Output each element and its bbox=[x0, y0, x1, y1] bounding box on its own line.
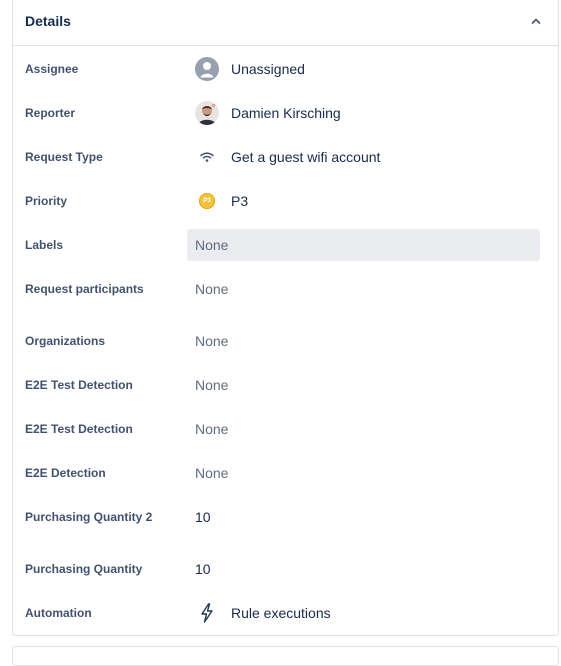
purchasing-quantity-value: 10 bbox=[195, 561, 211, 577]
panel-title: Details bbox=[25, 13, 71, 29]
field-label: Reporter bbox=[25, 106, 76, 120]
labels-field[interactable]: None bbox=[187, 229, 540, 261]
default-avatar-icon bbox=[195, 57, 219, 81]
next-panel bbox=[12, 646, 559, 666]
organizations-field[interactable]: None bbox=[187, 325, 540, 357]
automation-value: Rule executions bbox=[231, 605, 331, 621]
wifi-icon bbox=[195, 145, 219, 169]
request-type-field[interactable]: Get a guest wifi account bbox=[187, 141, 540, 173]
field-label: Purchasing Quantity bbox=[25, 562, 143, 576]
field-label: Assignee bbox=[25, 62, 79, 76]
field-label: Organizations bbox=[25, 334, 106, 348]
lightning-bolt-icon bbox=[195, 601, 219, 625]
labels-value: None bbox=[195, 237, 229, 253]
priority-badge: P3 bbox=[199, 193, 215, 209]
chevron-up-icon[interactable] bbox=[528, 13, 544, 29]
automation-field[interactable]: Rule executions bbox=[187, 597, 540, 629]
reporter-value: Damien Kirsching bbox=[231, 105, 341, 121]
field-label: Priority bbox=[25, 194, 68, 208]
e2e-test-detection-2-field[interactable]: None bbox=[187, 413, 540, 445]
field-label: Request Type bbox=[25, 150, 103, 164]
field-label: E2E Test Detection bbox=[25, 422, 133, 436]
assignee-value: Unassigned bbox=[231, 61, 305, 77]
request-type-value: Get a guest wifi account bbox=[231, 149, 381, 165]
e2e-detection-value: None bbox=[195, 465, 229, 481]
field-label: E2E Test Detection bbox=[25, 378, 133, 392]
purchasing-quantity-2-value: 10 bbox=[195, 509, 211, 525]
details-panel: Details Assignee Unassigned Reporter Dam… bbox=[12, 0, 559, 636]
assignee-field[interactable]: Unassigned bbox=[187, 53, 540, 85]
field-label: Purchasing Quantity 2 bbox=[25, 510, 153, 524]
e2e-detection-field[interactable]: None bbox=[187, 457, 540, 489]
reporter-field[interactable]: Damien Kirsching bbox=[187, 97, 540, 129]
request-participants-value: None bbox=[195, 281, 229, 297]
field-label: Automation bbox=[25, 606, 92, 620]
request-participants-field[interactable]: None bbox=[187, 273, 540, 305]
priority-field[interactable]: P3 P3 bbox=[187, 185, 540, 217]
e2e-test-detection-value: None bbox=[195, 377, 229, 393]
priority-p3-icon: P3 bbox=[195, 189, 219, 213]
e2e-test-detection-field[interactable]: None bbox=[187, 369, 540, 401]
priority-value: P3 bbox=[231, 193, 249, 209]
e2e-test-detection-2-value: None bbox=[195, 421, 229, 437]
field-label: Request participants bbox=[25, 282, 144, 296]
details-header[interactable]: Details bbox=[13, 0, 558, 46]
field-label: Labels bbox=[25, 238, 64, 252]
user-avatar bbox=[195, 101, 219, 125]
purchasing-quantity-field[interactable]: 10 bbox=[187, 553, 540, 585]
purchasing-quantity-2-field[interactable]: 10 bbox=[187, 501, 540, 533]
organizations-value: None bbox=[195, 333, 229, 349]
field-label: E2E Detection bbox=[25, 466, 106, 480]
